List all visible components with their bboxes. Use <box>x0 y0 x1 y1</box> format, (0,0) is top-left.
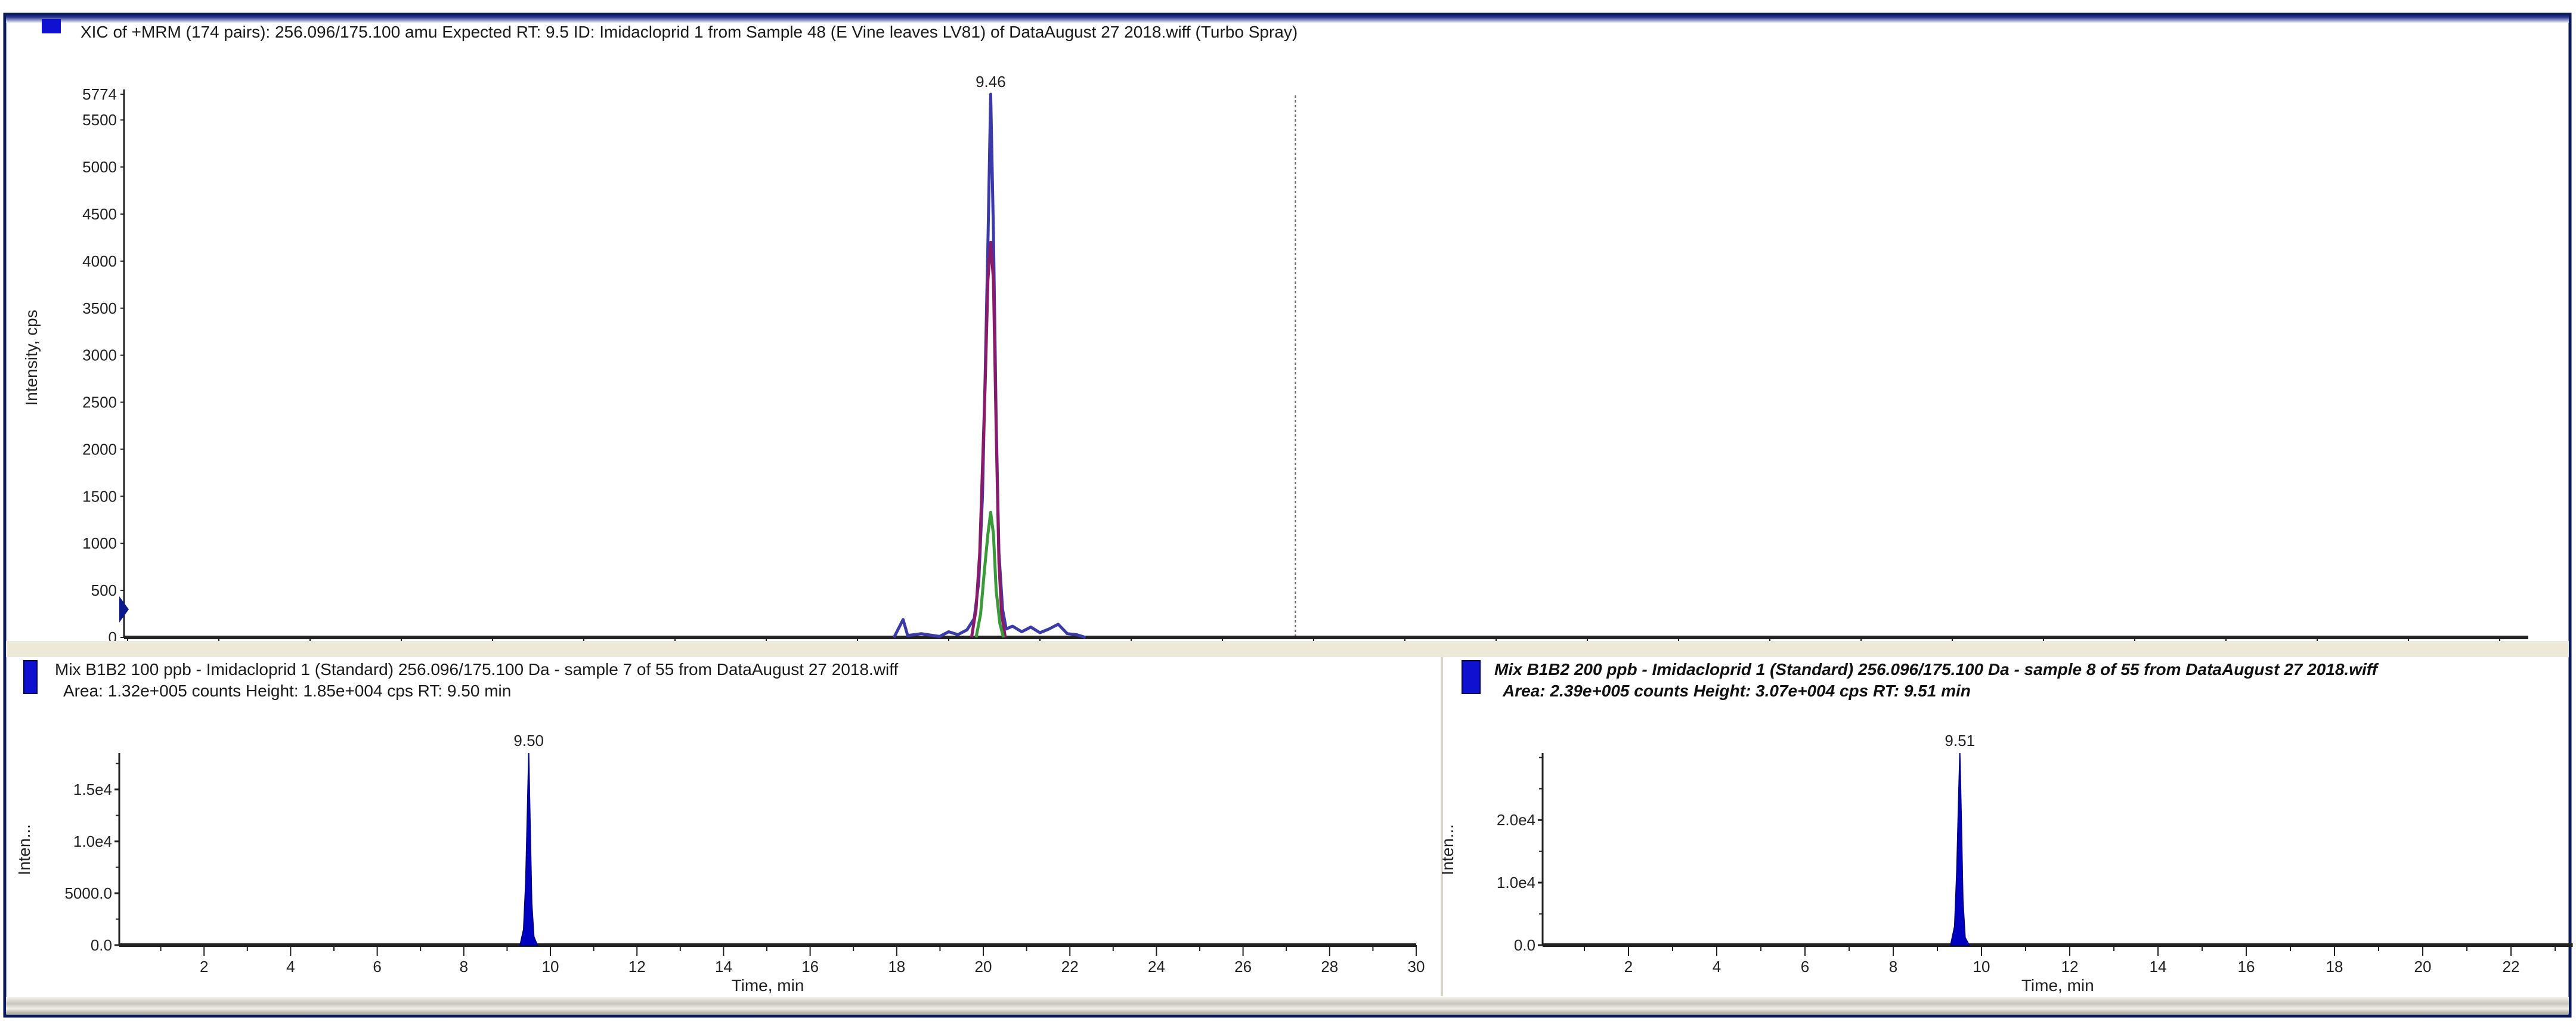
right-y-tick-label: 1.0e4 <box>1497 874 1535 891</box>
left-y-axis-label: Inten... <box>15 824 33 875</box>
chromatogram-window: XIC of +MRM (174 pairs): 256.096/175.100… <box>3 13 2573 1018</box>
right-x-tick-label: 12 <box>2061 958 2079 976</box>
top-y-tick-label: 1000 <box>82 534 117 552</box>
right-x-tick-label: 2 <box>1624 958 1633 976</box>
top-y-tick-label: 3000 <box>82 346 117 364</box>
left-x-tick-label: 26 <box>1234 958 1252 976</box>
right-pane-icon[interactable] <box>1462 660 1481 694</box>
right-x-tick-label: 10 <box>1973 958 1990 976</box>
top-chart-title: XIC of +MRM (174 pairs): 256.096/175.100… <box>80 23 1298 41</box>
top-y-tick-label: 1500 <box>82 487 117 505</box>
right-x-tick-label: 18 <box>2326 958 2343 976</box>
right-x-tick-label: 6 <box>1801 958 1809 976</box>
top-y-tick-label: 5500 <box>82 111 117 129</box>
left-y-tick-label: 5000.0 <box>64 884 112 902</box>
left-chart-subtitle: Area: 1.32e+005 counts Height: 1.85e+004… <box>63 682 511 700</box>
top-y-tick-label: 500 <box>91 581 117 599</box>
left-x-tick-label: 28 <box>1321 958 1338 976</box>
right-y-axis-label: Inten... <box>1438 824 1457 875</box>
left-x-tick-label: 2 <box>200 958 208 976</box>
left-x-axis-label: Time, min <box>732 976 804 995</box>
right-x-tick-label: 14 <box>2150 958 2167 976</box>
top-pane-title-bar <box>6 14 2569 23</box>
left-x-tick-label: 12 <box>628 958 646 976</box>
right-x-tick-label: 16 <box>2238 958 2255 976</box>
top-y-tick-label: 3500 <box>82 299 117 317</box>
left-x-tick-label: 18 <box>888 958 905 976</box>
left-x-tick-label: 24 <box>1148 958 1165 976</box>
left-x-tick-label: 8 <box>460 958 468 976</box>
left-y-tick-label: 1.0e4 <box>73 832 112 850</box>
right-chart-title: Mix B1B2 200 ppb - Imidacloprid 1 (Stand… <box>1494 660 2379 679</box>
top-y-tick-label: 5774 <box>82 85 117 103</box>
horizontal-scrollbar[interactable] <box>6 997 2569 1014</box>
window-frame <box>3 13 2572 1018</box>
right-x-tick-label: 22 <box>2503 958 2520 976</box>
left-x-tick-label: 10 <box>542 958 559 976</box>
left-x-tick-label: 22 <box>1061 958 1079 976</box>
right-x-tick-label: 4 <box>1713 958 1721 976</box>
left-x-tick-label: 20 <box>975 958 992 976</box>
top-pane-icon[interactable] <box>42 19 61 33</box>
top-y-tick-label: 4000 <box>82 252 117 270</box>
top-y-tick-label: 5000 <box>82 158 117 176</box>
top-y-tick-label: 4500 <box>82 205 117 223</box>
top-peak-label: 9.46 <box>976 73 1006 91</box>
left-x-tick-label: 30 <box>1408 958 1425 976</box>
right-peak-label: 9.51 <box>1945 732 1975 750</box>
top-y-axis-label: Intensity, cps <box>22 309 41 405</box>
left-y-tick-label: 0.0 <box>91 936 112 954</box>
left-x-tick-label: 14 <box>715 958 732 976</box>
left-chart-title: Mix B1B2 100 ppb - Imidacloprid 1 (Stand… <box>55 660 899 679</box>
right-y-tick-label: 2.0e4 <box>1497 811 1535 829</box>
left-pane-icon[interactable] <box>23 660 38 694</box>
right-x-tick-label: 8 <box>1889 958 1897 976</box>
right-x-axis-label: Time, min <box>2021 976 2094 995</box>
top-y-tick-label: 2000 <box>82 440 117 458</box>
left-x-tick-label: 16 <box>801 958 819 976</box>
left-y-tick-label: 1.5e4 <box>73 781 112 798</box>
divider-band[interactable] <box>6 641 2569 657</box>
left-x-tick-label: 4 <box>286 958 295 976</box>
left-x-tick-label: 6 <box>373 958 381 976</box>
right-y-tick-label: 0.0 <box>1514 936 1535 954</box>
right-chart-subtitle: Area: 2.39e+005 counts Height: 3.07e+004… <box>1502 682 1971 700</box>
left-peak-label: 9.50 <box>513 732 544 750</box>
top-y-tick-label: 2500 <box>82 394 117 411</box>
right-x-tick-label: 20 <box>2414 958 2432 976</box>
